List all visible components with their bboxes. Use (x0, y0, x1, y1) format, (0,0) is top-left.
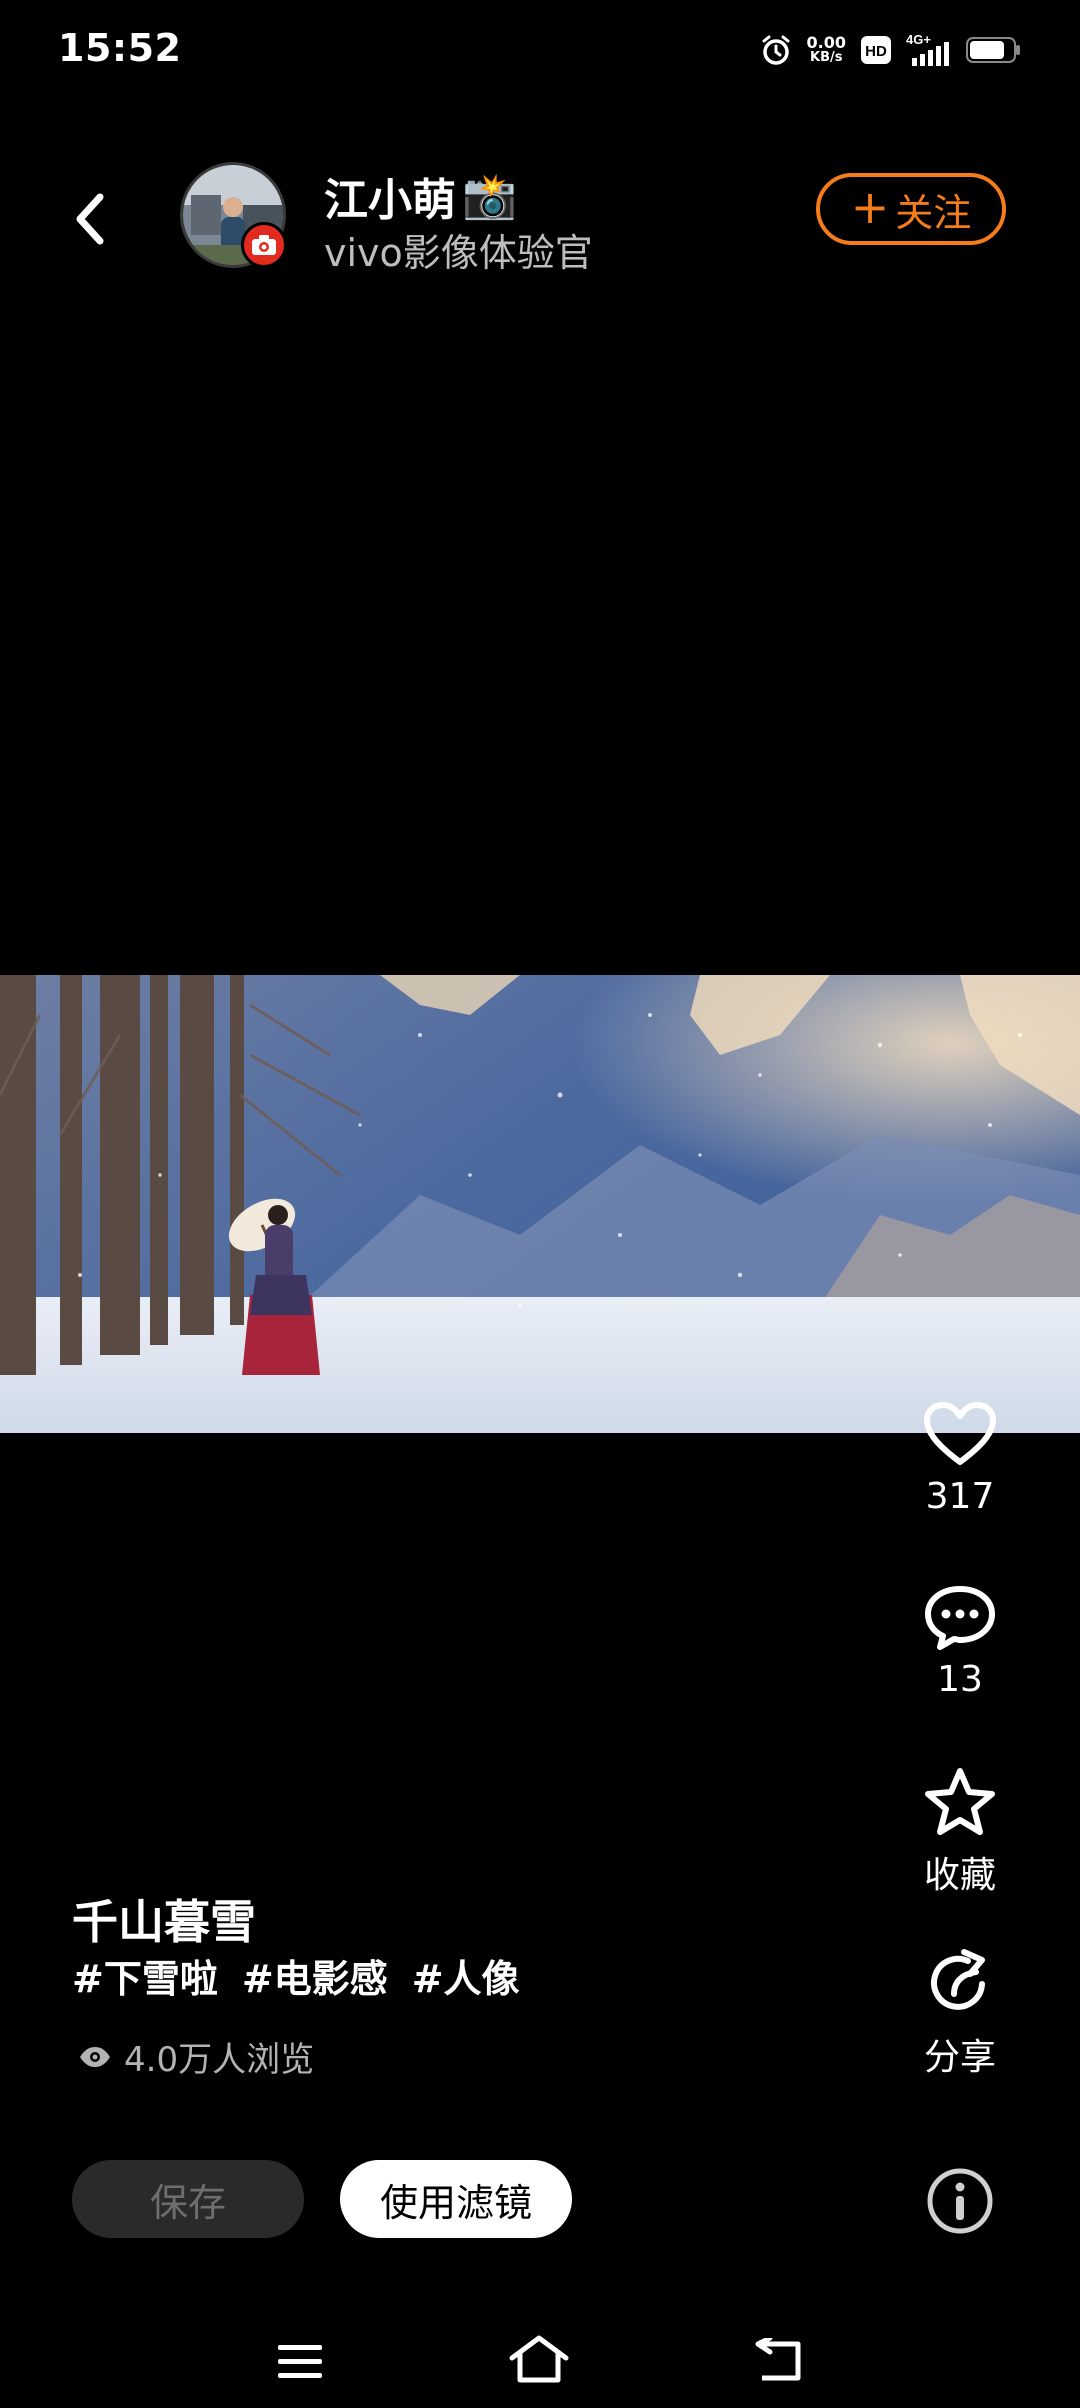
like-button[interactable]: 317 (898, 1402, 1022, 1517)
collect-label: 收藏 (923, 1855, 996, 1896)
signal-icon: 4G+ (906, 32, 952, 68)
camera-emoji: 📸 (462, 171, 517, 222)
collect-button[interactable]: 收藏 (898, 1766, 1022, 1898)
net-speed: 0.00 KB/s (806, 33, 846, 66)
plus-icon: + (850, 180, 890, 234)
like-count: 317 (925, 1476, 995, 1517)
net-speed-unit: KB/s (810, 50, 843, 65)
save-button[interactable]: 保存 (72, 2160, 304, 2238)
camera-icon (252, 235, 276, 255)
nav-home-button[interactable] (508, 2334, 570, 2388)
comment-button[interactable]: 13 (898, 1585, 1022, 1700)
hd-icon: HD (860, 35, 892, 65)
info-button[interactable] (925, 2166, 995, 2236)
system-nav-bar (0, 2310, 1080, 2408)
back-icon (755, 2335, 801, 2381)
info-icon (927, 2168, 993, 2234)
author-name[interactable]: 江小萌 📸 (324, 164, 517, 228)
net-speed-value: 0.00 (806, 33, 846, 52)
status-icons: 0.00 KB/s HD 4G+ (759, 28, 1022, 72)
chevron-left-icon (76, 193, 104, 245)
comment-icon (925, 1586, 995, 1650)
share-button[interactable]: 分享 (898, 1948, 1022, 2080)
network-type: 4G+ (906, 32, 931, 47)
follow-button[interactable]: + 关注 (816, 173, 1006, 245)
status-bar: 15:52 0.00 KB/s HD 4G+ (0, 0, 1080, 100)
view-count-text: 4.0万人浏览 (124, 2040, 315, 2080)
alarm-icon (759, 33, 793, 67)
view-count: 4.0万人浏览 (78, 2032, 314, 2081)
eye-icon (80, 2046, 110, 2067)
nav-menu-button[interactable] (276, 2342, 324, 2386)
svg-text:HD: HD (865, 43, 887, 60)
author-subtitle: vivo影像体验官 (324, 231, 593, 275)
camera-badge (241, 222, 287, 268)
hashtag[interactable]: #人像 (412, 1948, 520, 2003)
post-photo[interactable] (0, 975, 1080, 1433)
heart-icon (924, 1402, 996, 1465)
follow-label: 关注 (895, 190, 972, 235)
hashtag-list: #下雪啦 #电影感 #人像 (72, 1948, 520, 2003)
share-label: 分享 (923, 2037, 996, 2078)
hashtag[interactable]: #电影感 (242, 1948, 388, 2003)
status-time: 15:52 (58, 26, 182, 70)
screen: 15:52 0.00 KB/s HD 4G+ 江小萌 📸 vivo影像体验官 +… (0, 0, 1080, 2408)
hashtag[interactable]: #下雪啦 (72, 1948, 218, 2003)
nav-back-button[interactable] (752, 2335, 806, 2388)
comment-count: 13 (937, 1659, 983, 1700)
use-filter-button[interactable]: 使用滤镜 (340, 2160, 572, 2238)
share-icon (931, 1949, 985, 2010)
author-name-text: 江小萌 (324, 175, 456, 226)
star-icon (925, 1768, 995, 1835)
post-title: 千山暮雪 (72, 1895, 256, 1949)
menu-icon (278, 2345, 322, 2378)
home-icon (509, 2335, 569, 2383)
battery-icon (966, 35, 1022, 65)
back-button[interactable] (62, 188, 118, 250)
